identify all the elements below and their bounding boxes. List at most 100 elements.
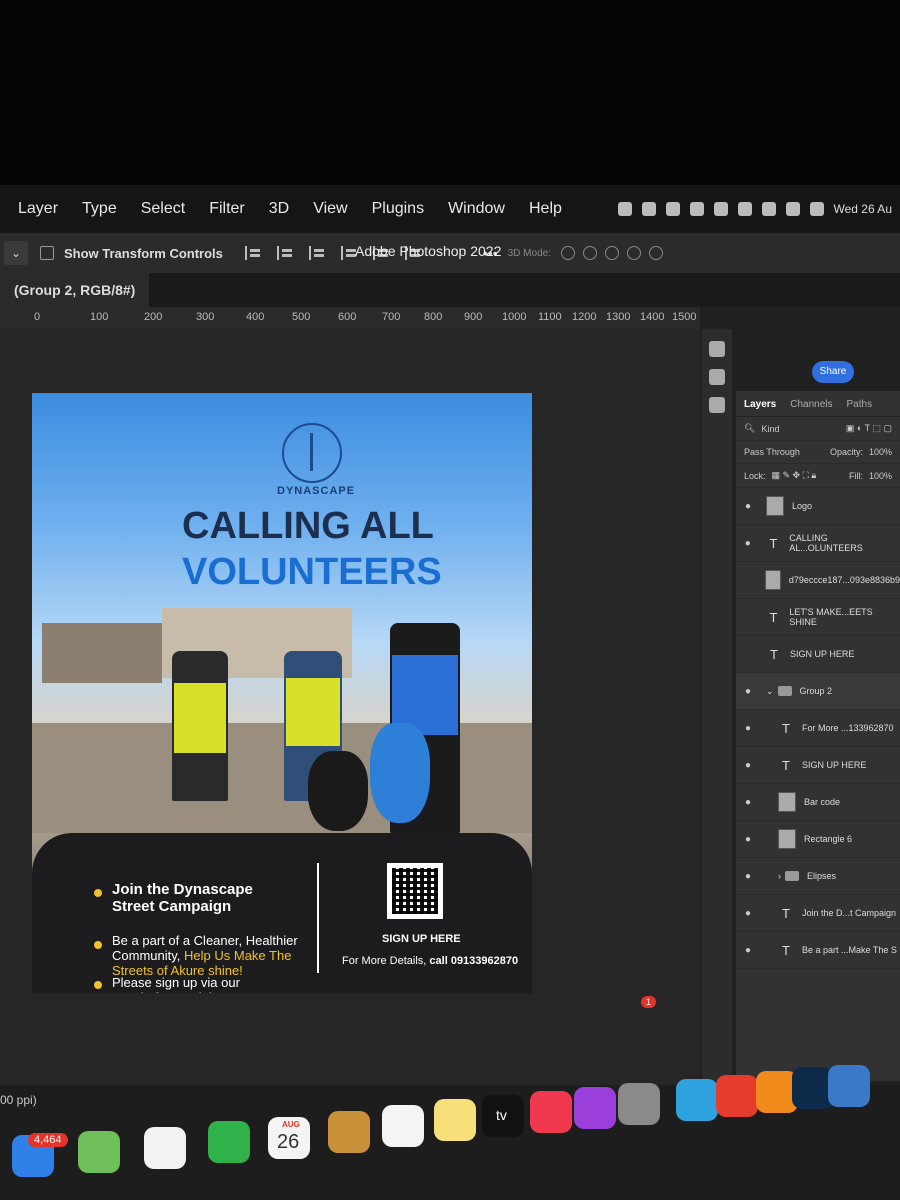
layer-row[interactable]: ● Logo (736, 488, 900, 525)
chevron-down-icon[interactable]: ⌄ (766, 686, 774, 697)
align-left-icon[interactable] (244, 246, 263, 260)
menu-plugins[interactable]: Plugins (372, 200, 424, 218)
character-icon[interactable] (709, 397, 725, 413)
layer-thumbnail (764, 570, 781, 590)
menu-help[interactable]: Help (529, 200, 562, 218)
anydesk-dock-icon[interactable] (716, 1075, 758, 1117)
calendar-month: AUG (282, 1120, 300, 1129)
eye-icon[interactable]: ● (742, 760, 754, 771)
control-center-icon[interactable] (809, 202, 824, 216)
menu-select[interactable]: Select (141, 200, 185, 218)
slide-3d-icon[interactable] (626, 246, 641, 260)
menu-3d[interactable]: 3D (269, 200, 289, 218)
ruler-tick: 400 (246, 311, 265, 323)
eye-icon[interactable]: ● (742, 723, 754, 734)
layer-row[interactable]: ● Rectangle 6 (736, 821, 900, 858)
opacity-value[interactable]: 100% (869, 447, 892, 457)
podcasts-icon[interactable] (574, 1087, 616, 1129)
layer-row[interactable]: ● T SIGN UP HERE (736, 747, 900, 784)
eye-icon[interactable]: ● (742, 797, 754, 808)
signup-instructions: Please sign up via our goggle form to jo… (112, 975, 240, 993)
wifi-icon[interactable] (761, 202, 776, 216)
maps-icon[interactable] (78, 1131, 120, 1173)
text-layer-icon: T (782, 757, 790, 773)
layer-row[interactable]: T SIGN UP HERE (736, 636, 900, 673)
preview-icon[interactable] (828, 1065, 870, 1107)
pan-3d-icon[interactable] (604, 246, 619, 260)
calendar-icon[interactable]: AUG 26 (268, 1117, 310, 1159)
properties-icon[interactable] (709, 341, 725, 357)
chevron-right-icon[interactable]: › (778, 871, 781, 881)
roll-3d-icon[interactable] (582, 246, 597, 260)
ruler-tick: 1100 (538, 311, 562, 323)
layer-row[interactable]: ● › Elipses (736, 858, 900, 895)
clock[interactable]: Wed 26 Au (834, 202, 893, 216)
layer-row[interactable]: ● T Join the D...t Campaign (736, 895, 900, 932)
layer-row[interactable]: ● T Be a part ...Make The S (736, 932, 900, 969)
eye-icon[interactable]: ● (742, 686, 754, 697)
layer-name: SIGN UP HERE (802, 760, 867, 770)
show-transform-checkbox[interactable] (40, 246, 54, 260)
anydesk-icon[interactable] (641, 202, 656, 216)
panel-tabs: Layers Channels Paths (736, 391, 900, 417)
keyboard-icon[interactable] (713, 202, 728, 216)
eye-icon[interactable]: ● (742, 501, 754, 512)
tab-paths[interactable]: Paths (847, 399, 873, 410)
layer-row[interactable]: d79eccce187...093e8836b9 (736, 562, 900, 599)
show-transform-label: Show Transform Controls (64, 245, 223, 261)
tab-channels[interactable]: Channels (790, 399, 832, 410)
canvas-area[interactable]: DYNASCAPE CALLING ALL VOLUNTEERS Join th… (0, 329, 700, 1089)
creative-cloud-icon[interactable] (617, 202, 632, 216)
layer-name: Rectangle 6 (804, 834, 853, 844)
reminders-icon[interactable] (382, 1105, 424, 1147)
eye-icon[interactable]: ● (742, 834, 754, 845)
tab-layers[interactable]: Layers (744, 399, 776, 410)
facetime-icon[interactable] (208, 1121, 250, 1163)
align-center-icon[interactable] (276, 246, 295, 260)
align-right-icon[interactable] (308, 246, 327, 260)
menu-layer[interactable]: Layer (18, 200, 58, 218)
comments-icon[interactable] (709, 369, 725, 385)
eye-icon[interactable]: ● (742, 908, 754, 919)
horizontal-ruler[interactable]: 0 100 200 300 400 500 600 700 800 900 10… (0, 307, 700, 330)
photos-icon[interactable] (144, 1127, 186, 1169)
ruler-tick: 1500 (672, 311, 697, 323)
system-settings-icon[interactable] (618, 1083, 660, 1125)
poster-artboard[interactable]: DYNASCAPE CALLING ALL VOLUNTEERS Join th… (32, 393, 532, 993)
vlc-icon[interactable] (665, 202, 680, 216)
document-tab[interactable]: (Group 2, RGB/8#) (0, 273, 150, 307)
music-icon[interactable] (530, 1091, 572, 1133)
eye-icon[interactable]: ● (742, 945, 754, 956)
tool-preset-dropdown[interactable]: ⌄ (4, 241, 28, 265)
settings-badge: 1 (641, 996, 657, 1008)
notes-icon[interactable] (434, 1099, 476, 1141)
blend-mode-select[interactable]: Pass Through (744, 447, 800, 457)
layer-name: Elipses (807, 871, 837, 881)
mail-badge: 4,464 (28, 1133, 68, 1147)
details-text: For More Details, call 09133962870 (342, 955, 518, 967)
layer-row[interactable]: ● T For More ...133962870 (736, 710, 900, 747)
orbit-3d-icon[interactable] (560, 246, 575, 260)
kind-filter-select[interactable]: Kind (761, 424, 779, 434)
lock-icons[interactable]: ▦ ✎ ✥ ⛶ 🔒︎ (772, 470, 817, 481)
menu-type[interactable]: Type (82, 200, 117, 218)
filter-icons[interactable]: ▣ ◐ T ⬚ ▢ (846, 423, 892, 434)
menu-view[interactable]: View (313, 200, 347, 218)
telegram-icon[interactable] (676, 1079, 718, 1121)
contacts-icon[interactable] (328, 1111, 370, 1153)
menu-filter[interactable]: Filter (209, 200, 245, 218)
layer-row[interactable]: ● T CALLING AL...OLUNTEERS (736, 525, 900, 562)
layer-row[interactable]: ● ⌄ Group 2 (736, 673, 900, 710)
menu-window[interactable]: Window (448, 200, 505, 218)
eye-icon[interactable]: ● (742, 538, 754, 549)
camera-3d-icon[interactable] (648, 246, 663, 260)
play-icon[interactable] (689, 202, 704, 216)
layer-row[interactable]: ● Bar code (736, 784, 900, 821)
shop-shape (42, 623, 162, 683)
share-button[interactable]: Share (812, 361, 854, 383)
search-icon[interactable] (785, 202, 800, 216)
apple-tv-icon[interactable]: tv (482, 1095, 524, 1137)
layer-row[interactable]: T LET'S MAKE...EETS SHINE (736, 599, 900, 636)
eye-icon[interactable]: ● (742, 871, 754, 882)
fill-value[interactable]: 100% (869, 471, 892, 481)
